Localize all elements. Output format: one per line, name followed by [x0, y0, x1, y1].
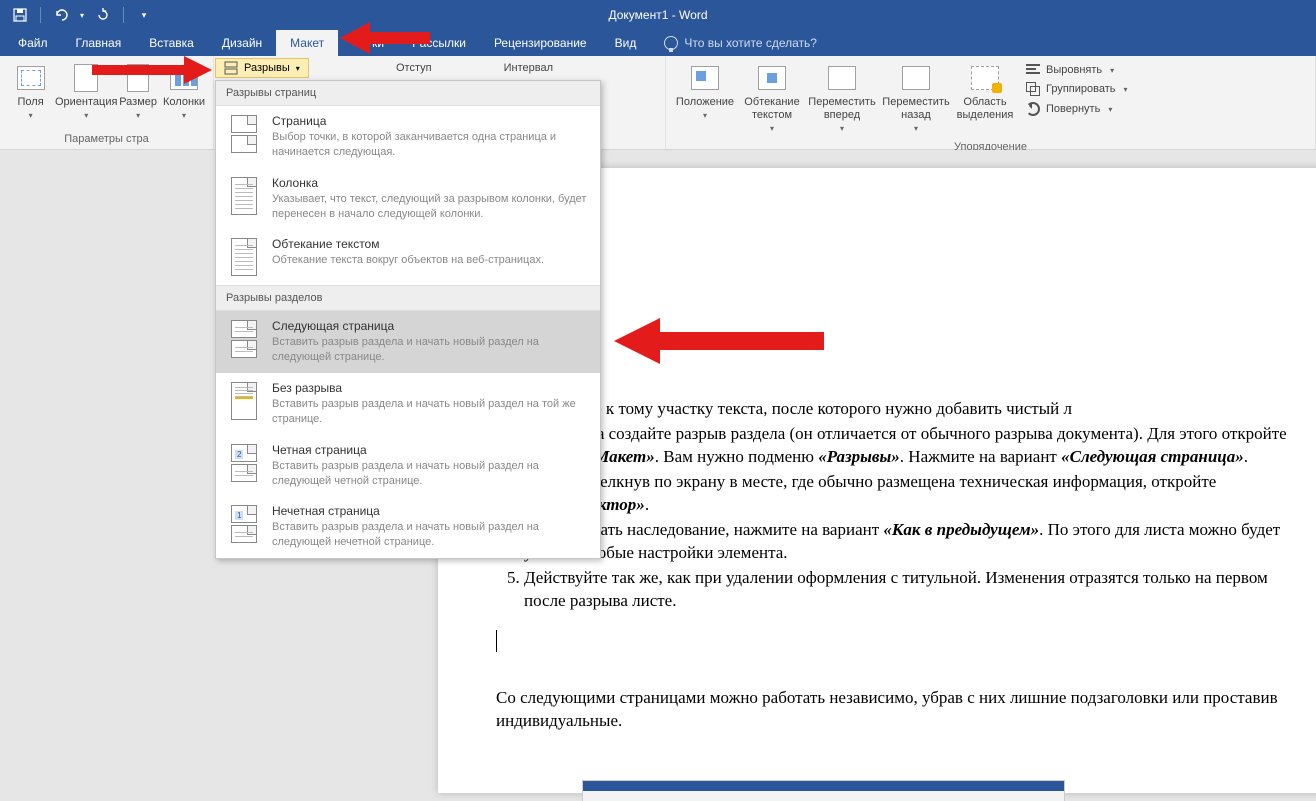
column-break-icon: [231, 177, 257, 215]
tab-home[interactable]: Главная: [62, 30, 136, 56]
caret-icon: ▾: [29, 111, 33, 120]
tab-file[interactable]: Файл: [4, 30, 62, 56]
document-workspace[interactable]: Перейдите к тому участку текста, после к…: [0, 150, 1316, 801]
instruction-list: Перейдите к тому участку текста, после к…: [496, 398, 1298, 612]
breaks-button[interactable]: Разрывы ▾: [215, 58, 309, 78]
quick-access-toolbar: ▾ ▾: [0, 3, 164, 27]
next-page-icon: [231, 320, 257, 338]
wrap-text-button[interactable]: Обтекание текстом ▾: [740, 60, 804, 135]
document-title: Документ1 - Word: [608, 8, 707, 22]
title-bar: ▾ ▾ Документ1 - Word: [0, 0, 1316, 30]
caret-icon: ▾: [296, 64, 300, 73]
list-item: Перейдите к тому участку текста, после к…: [524, 398, 1298, 421]
tell-me-label: Что вы хотите сделать?: [684, 36, 817, 50]
page-break-icon: [231, 115, 257, 133]
breaks-dropdown: Разрывы страниц Страница Выбор точки, в …: [215, 80, 601, 559]
group-label: Параметры стра: [0, 131, 213, 149]
indent-fields: Отступ: [390, 60, 438, 80]
group-arrange: Положение ▾ Обтекание текстом ▾ Перемест…: [666, 56, 1316, 149]
break-page-item[interactable]: Страница Выбор точки, в которой заканчив…: [216, 106, 600, 168]
dropdown-section-header: Разрывы разделов: [216, 285, 600, 311]
rotate-button[interactable]: Повернуть▾: [1022, 100, 1132, 118]
breaks-label: Разрывы: [244, 62, 290, 74]
break-column-item[interactable]: Колонка Указывает, что текст, следующий …: [216, 168, 600, 230]
undo-icon[interactable]: [49, 3, 73, 27]
ribbon-tabs: Файл Главная Вставка Дизайн Макет ки Рас…: [0, 30, 1316, 56]
qat-customize-icon[interactable]: ▾: [132, 3, 156, 27]
forward-icon: [828, 66, 856, 90]
even-page-icon: [231, 444, 257, 462]
position-icon: [691, 66, 719, 90]
selection-pane-button[interactable]: Область выделения: [954, 60, 1016, 124]
list-item: Для начала создайте разрыв раздела (он о…: [524, 423, 1298, 469]
undo-dropdown-icon[interactable]: ▾: [77, 3, 87, 27]
odd-page-icon: [231, 505, 257, 523]
section-odd-page-item[interactable]: Нечетная страница Вставить разрыв раздел…: [216, 496, 600, 558]
backward-icon: [902, 66, 930, 90]
rotate-icon: [1026, 102, 1040, 116]
section-continuous-item[interactable]: Без разрыва Вставить разрыв раздела и на…: [216, 373, 600, 435]
save-icon[interactable]: [8, 3, 32, 27]
tab-review[interactable]: Рецензирование: [480, 30, 601, 56]
bulb-icon: [664, 36, 678, 50]
annotation-arrow-top: [340, 18, 430, 58]
list-item: Действуйте так же, как при удалении офор…: [524, 567, 1298, 613]
group-icon: [1026, 82, 1040, 96]
tab-insert[interactable]: Вставка: [135, 30, 208, 56]
text-wrap-icon: [231, 238, 257, 276]
annotation-arrow-menu: [614, 316, 824, 366]
text-cursor: [496, 630, 497, 652]
send-backward-button[interactable]: Переместить назад ▾: [880, 60, 952, 135]
align-icon: [1026, 64, 1040, 76]
embedded-image: [582, 780, 1065, 801]
paragraph: Со следующими страницами можно работать …: [496, 687, 1298, 733]
dropdown-section-header: Разрывы страниц: [216, 81, 600, 106]
wrap-icon: [758, 66, 786, 90]
tab-layout[interactable]: Макет: [276, 30, 338, 56]
section-next-page-item[interactable]: Следующая страница Вставить разрыв разде…: [216, 311, 600, 373]
section-even-page-item[interactable]: Четная страница Вставить разрыв раздела …: [216, 435, 600, 497]
tab-view[interactable]: Вид: [601, 30, 651, 56]
margins-button[interactable]: Поля ▾: [6, 60, 55, 122]
redo-icon[interactable]: [91, 3, 115, 27]
list-item: Дважды щелкнув по экрану в месте, где об…: [524, 471, 1298, 517]
break-text-wrap-item[interactable]: Обтекание текстом Обтекание текста вокру…: [216, 229, 600, 285]
bring-forward-button[interactable]: Переместить вперед ▾: [806, 60, 878, 135]
breaks-icon: [224, 61, 238, 75]
continuous-icon: [231, 382, 257, 420]
tell-me[interactable]: Что вы хотите сделать?: [664, 30, 817, 56]
position-button[interactable]: Положение ▾: [672, 60, 738, 122]
group-button[interactable]: Группировать▾: [1022, 80, 1132, 98]
align-button[interactable]: Выровнять▾: [1022, 62, 1132, 78]
tab-design[interactable]: Дизайн: [208, 30, 276, 56]
list-item: Чтобы убрать наследование, нажмите на ва…: [524, 519, 1298, 565]
selection-icon: [971, 66, 999, 90]
margins-icon: [17, 66, 45, 90]
annotation-arrow-breaks: [92, 56, 212, 84]
